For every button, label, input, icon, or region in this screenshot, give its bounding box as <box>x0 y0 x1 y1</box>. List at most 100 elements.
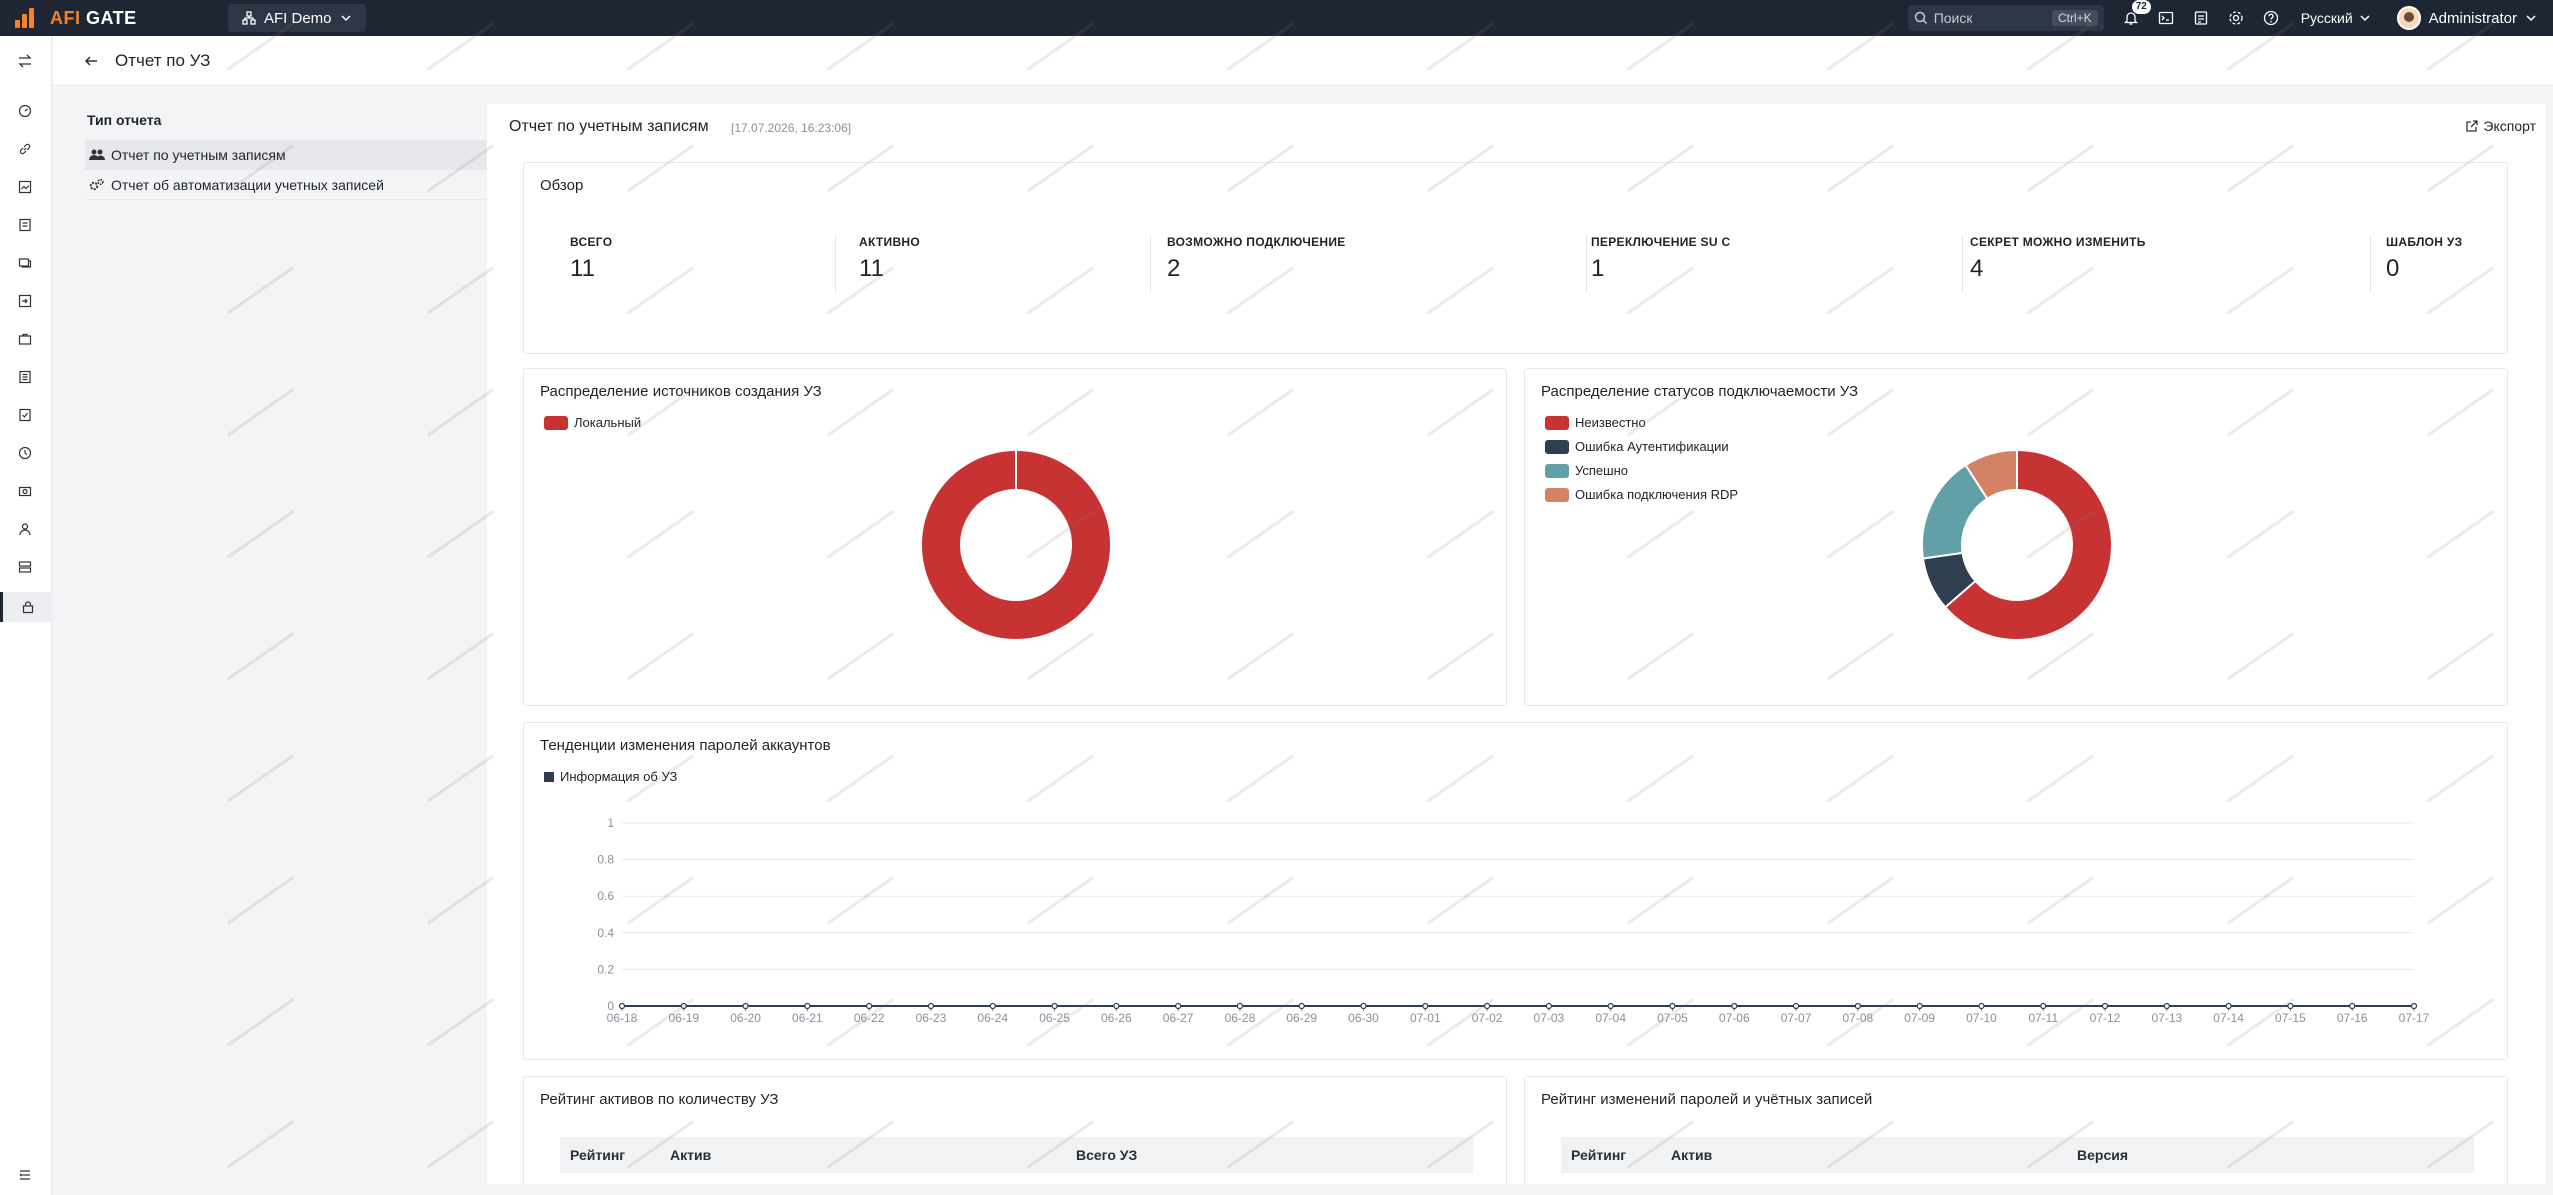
x-tick-label: 06-24 <box>977 1011 1008 1025</box>
org-selector[interactable]: AFI Demo <box>228 4 366 32</box>
data-point[interactable] <box>1669 1002 1676 1010</box>
column-header-version[interactable]: Версия <box>2077 1147 2128 1163</box>
terminal-button[interactable] <box>2149 0 2184 36</box>
data-point[interactable] <box>2040 1002 2047 1010</box>
data-point[interactable] <box>1484 1002 1491 1010</box>
data-point[interactable] <box>1792 1002 1800 1010</box>
tasks-button[interactable] <box>2184 0 2219 36</box>
data-point[interactable] <box>742 1002 749 1010</box>
data-point[interactable] <box>1051 1002 1058 1010</box>
data-point[interactable] <box>1978 1002 1985 1010</box>
report-type-item-accounts[interactable]: Отчет по учетным записям <box>85 140 529 170</box>
x-tick-label: 06-23 <box>916 1011 947 1025</box>
x-tick-label: 07-09 <box>1904 1011 1935 1025</box>
checklist-icon[interactable] <box>14 404 36 426</box>
avatar <box>2396 6 2421 30</box>
history-icon[interactable] <box>14 442 36 464</box>
data-point[interactable] <box>1854 1002 1861 1010</box>
x-tick-label: 06-19 <box>668 1011 699 1025</box>
stat-active: АКТИВНО 11 <box>859 235 920 283</box>
x-tick-label: 06-22 <box>854 1011 885 1025</box>
x-tick-label: 07-06 <box>1719 1011 1750 1025</box>
document-icon[interactable] <box>14 214 36 236</box>
column-header-rank[interactable]: Рейтинг <box>570 1147 625 1163</box>
user-name: Administrator <box>2428 9 2517 27</box>
table-title: Рейтинг изменений паролей и учётных запи… <box>1541 1091 1873 1108</box>
report-type-item-automation[interactable]: Отчет об автоматизации учетных записей <box>85 170 529 200</box>
data-point[interactable] <box>1175 1002 1182 1010</box>
list-icon[interactable] <box>14 366 36 388</box>
switch-view-icon[interactable] <box>14 50 36 72</box>
table-header: Рейтинг Актив Всего УЗ <box>560 1137 1473 1173</box>
data-point[interactable] <box>804 1002 811 1010</box>
login-icon[interactable] <box>14 290 36 312</box>
y-tick-label: 0.4 <box>597 926 614 940</box>
data-point[interactable] <box>989 1002 996 1010</box>
export-button[interactable]: Экспорт <box>2465 118 2536 134</box>
data-point[interactable] <box>927 1002 935 1010</box>
stat-value: 4 <box>1970 255 1984 282</box>
menu-collapse-icon[interactable] <box>14 1164 36 1186</box>
data-point[interactable] <box>2101 1002 2109 1010</box>
data-point[interactable] <box>866 1002 873 1010</box>
data-point[interactable] <box>1916 1002 1923 1010</box>
data-point[interactable] <box>2349 1002 2356 1010</box>
chart-icon[interactable] <box>14 176 36 198</box>
lock-icon[interactable] <box>0 592 52 622</box>
stat-value: 0 <box>2386 255 2400 282</box>
stat-label: СЕКРЕТ МОЖНО ИЗМЕНИТЬ <box>1970 235 2146 249</box>
camera-icon[interactable] <box>14 480 36 502</box>
user-menu[interactable]: Administrator <box>2396 6 2537 30</box>
x-tick-label: 07-03 <box>1534 1011 1565 1025</box>
data-point[interactable] <box>680 1002 687 1010</box>
y-tick-label: 0.8 <box>597 853 614 867</box>
stat-value: 2 <box>1167 255 1181 282</box>
stat-divider <box>1962 235 1963 293</box>
settings-button[interactable] <box>2219 0 2254 36</box>
notifications-button[interactable]: 72 <box>2114 0 2151 36</box>
data-point[interactable] <box>1545 1002 1552 1010</box>
data-point[interactable] <box>1731 1002 1738 1010</box>
dashboard-icon[interactable] <box>14 100 36 122</box>
table-title: Рейтинг активов по количеству УЗ <box>540 1091 779 1108</box>
y-tick-label: 1 <box>607 816 614 830</box>
link-icon[interactable] <box>14 138 36 160</box>
data-point[interactable] <box>2225 1002 2232 1010</box>
search-placeholder: Поиск <box>1933 10 1973 26</box>
column-header-asset[interactable]: Актив <box>670 1147 711 1163</box>
language-selector[interactable]: Русский <box>2301 10 2371 26</box>
data-point[interactable] <box>2163 1002 2170 1010</box>
report-type-heading: Тип отчета <box>87 112 162 128</box>
nav-rail <box>0 36 52 1195</box>
server-icon[interactable] <box>14 556 36 578</box>
device-icon[interactable] <box>14 252 36 274</box>
briefcase-icon[interactable] <box>14 328 36 350</box>
chevron-down-icon <box>340 15 351 22</box>
stat-template: ШАБЛОН УЗ 0 <box>2386 235 2463 283</box>
x-tick-label: 07-11 <box>2028 1011 2058 1025</box>
app-logo[interactable]: AFI GATE <box>12 6 208 30</box>
column-header-total[interactable]: Всего УЗ <box>1076 1147 1137 1163</box>
data-point[interactable] <box>1236 1002 1244 1010</box>
help-button[interactable] <box>2254 0 2289 36</box>
data-point[interactable] <box>2410 1002 2418 1010</box>
password-trend-chart: 00.20.40.60.8106-18 06-19 06-20 06-21 06-22 0… <box>597 816 2429 1025</box>
data-point[interactable] <box>1360 1002 1367 1010</box>
report-content: Отчет по учетным записям [17.07.2026, 16… <box>487 104 2546 1184</box>
export-label: Экспорт <box>2483 118 2536 134</box>
data-point[interactable] <box>1422 1002 1429 1010</box>
column-header-rank[interactable]: Рейтинг <box>1571 1147 1626 1163</box>
logo-mark-icon <box>12 6 44 30</box>
data-point[interactable] <box>1113 1002 1120 1010</box>
x-tick-label: 06-27 <box>1163 1011 1194 1025</box>
back-arrow-icon[interactable] <box>81 51 101 71</box>
data-point[interactable] <box>1298 1002 1305 1010</box>
x-tick-label: 07-02 <box>1472 1011 1503 1025</box>
data-point[interactable] <box>618 1002 626 1010</box>
column-header-asset[interactable]: Актив <box>1671 1147 1712 1163</box>
stat-label: АКТИВНО <box>859 235 921 249</box>
data-point[interactable] <box>1607 1002 1614 1010</box>
data-point[interactable] <box>2287 1002 2294 1010</box>
search-input[interactable]: Поиск Ctrl+K <box>1907 5 2104 31</box>
user-icon[interactable] <box>14 518 36 540</box>
